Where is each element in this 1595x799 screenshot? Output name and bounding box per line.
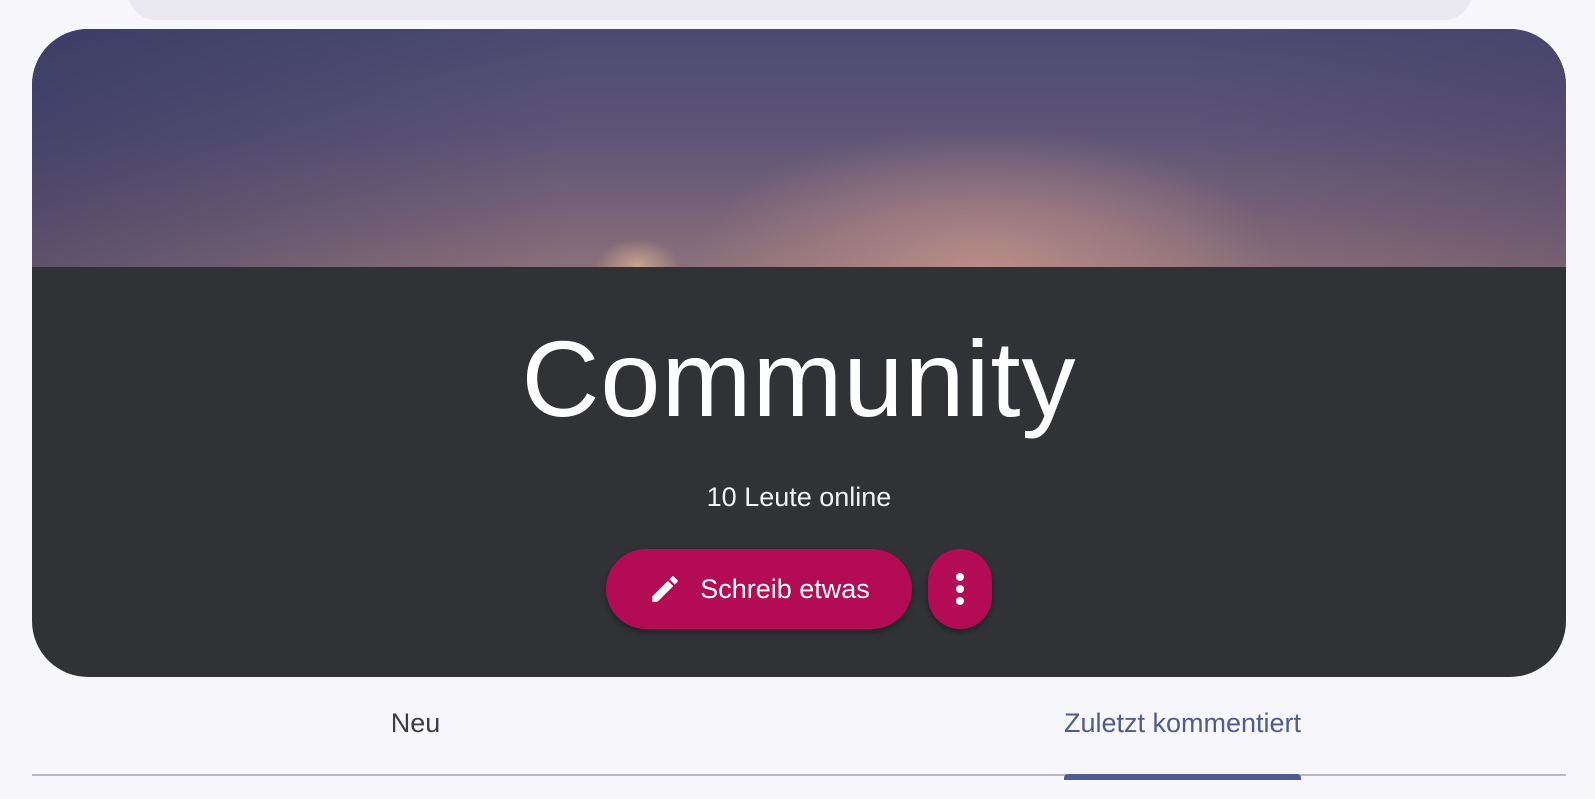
online-count: 10 Leute online bbox=[706, 482, 892, 512]
tab-recently-commented-label: Zuletzt kommentiert bbox=[1063, 708, 1302, 780]
top-search-bar[interactable] bbox=[128, 0, 1472, 20]
hero-actions: Schreib etwas bbox=[32, 549, 1566, 629]
write-button-label: Schreib etwas bbox=[700, 573, 870, 604]
tab-new[interactable]: Neu bbox=[32, 690, 799, 774]
hero-banner-image bbox=[32, 29, 1566, 267]
pencil-icon bbox=[648, 572, 682, 606]
tab-recently-commented-text: Zuletzt kommentiert bbox=[1063, 708, 1302, 738]
tab-recently-commented[interactable]: Zuletzt kommentiert bbox=[799, 690, 1566, 780]
feed-tabs: Neu Zuletzt kommentiert bbox=[32, 690, 1566, 780]
more-options-button[interactable] bbox=[928, 549, 992, 629]
community-hero-card: Community 10 Leute online Schreib etwas bbox=[32, 29, 1566, 677]
hero-body: Community 10 Leute online Schreib etwas bbox=[32, 267, 1566, 677]
write-something-button[interactable]: Schreib etwas bbox=[606, 549, 912, 629]
tab-new-label: Neu bbox=[390, 708, 441, 738]
more-vertical-icon bbox=[954, 571, 966, 607]
community-title: Community bbox=[521, 318, 1077, 439]
active-tab-indicator bbox=[1063, 774, 1302, 780]
